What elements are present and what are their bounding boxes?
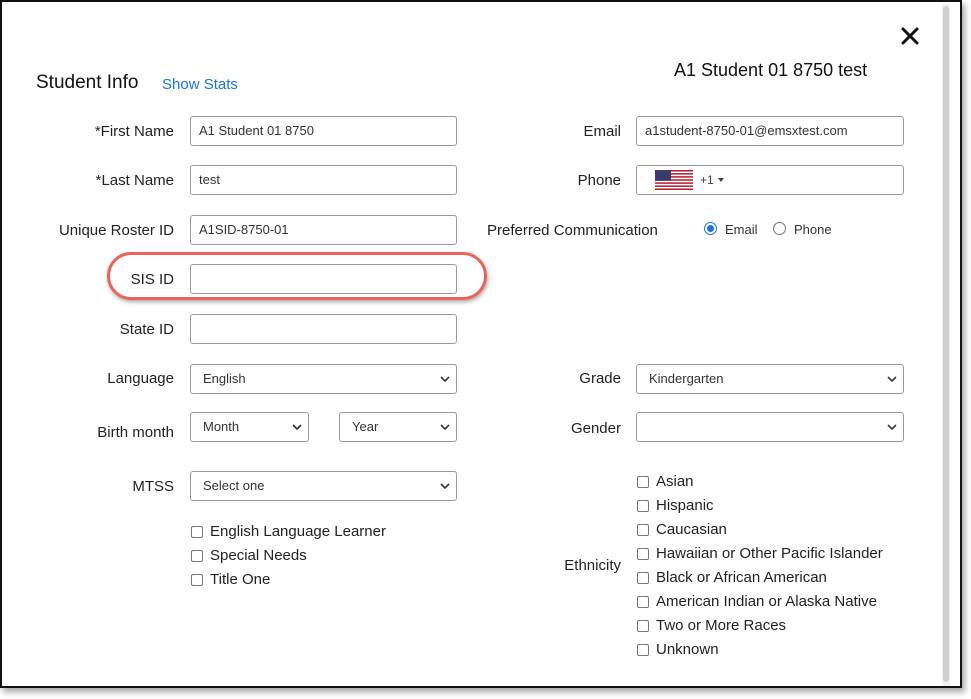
mtss-select[interactable]: Select one (190, 471, 457, 501)
chevron-down-icon (887, 424, 897, 431)
birth-month-label: Birth month (97, 424, 174, 441)
roster-id-input[interactable]: A1SID-8750-01 (190, 215, 457, 245)
caret-down-icon[interactable] (718, 178, 724, 183)
ethnicity-label: Ethnicity (564, 557, 621, 574)
gender-label: Gender (570, 420, 621, 437)
ethnicity-checkbox-black[interactable] (637, 572, 649, 584)
phone-radio-label: Phone (794, 222, 832, 237)
grade-value: Kindergarten (649, 371, 724, 386)
birth-year-value: Year (352, 419, 379, 434)
email-radio[interactable] (704, 222, 717, 235)
scrollbar-thumb[interactable] (943, 6, 949, 682)
ethnicity-option: Two or More Races (656, 617, 787, 634)
preferred-comm-label: Preferred Communication (487, 222, 658, 239)
ethnicity-option: Black or African American (656, 569, 827, 586)
section-title: Student Info (36, 72, 139, 93)
ethnicity-checkbox-hispanic[interactable] (637, 500, 649, 512)
roster-id-label: Unique Roster ID (58, 222, 174, 239)
chevron-down-icon (440, 424, 450, 431)
email-radio-label: Email (725, 222, 758, 237)
first-name-label: *First Name (94, 123, 174, 140)
close-icon[interactable] (896, 22, 924, 50)
title-one-label: Title One (210, 571, 271, 588)
first-name-input[interactable]: A1 Student 01 8750 (190, 116, 457, 146)
grade-select[interactable]: Kindergarten (636, 364, 904, 394)
phone-country-code[interactable]: +1 (700, 173, 714, 187)
state-id-label: State ID (119, 321, 174, 338)
sis-id-highlight (107, 252, 487, 300)
student-name-title: A1 Student 01 8750 test (674, 60, 868, 80)
language-value: English (203, 371, 246, 386)
phone-radio[interactable] (773, 222, 786, 235)
special-needs-label: Special Needs (210, 547, 307, 564)
birth-month-select[interactable]: Month (190, 412, 309, 442)
scrollbar[interactable] (942, 4, 950, 686)
grade-label: Grade (579, 370, 621, 387)
ethnicity-checkbox-two-or-more[interactable] (637, 620, 649, 632)
chevron-down-icon (887, 376, 897, 383)
birth-year-select[interactable]: Year (339, 412, 457, 442)
special-needs-checkbox[interactable] (191, 550, 203, 562)
us-flag-icon[interactable] (655, 170, 693, 190)
state-id-input[interactable] (190, 314, 457, 344)
ethnicity-checkbox-asian[interactable] (637, 476, 649, 488)
ethnicity-checkbox-caucasian[interactable] (637, 524, 649, 536)
title-one-checkbox[interactable] (191, 574, 203, 586)
chevron-down-icon (292, 424, 302, 431)
gender-select[interactable] (636, 412, 904, 442)
last-name-label: *Last Name (95, 172, 174, 189)
ethnicity-checkbox-unknown[interactable] (637, 644, 649, 656)
ethnicity-checkbox-hawaiian[interactable] (637, 548, 649, 560)
ethnicity-option: Caucasian (656, 521, 727, 538)
ethnicity-option: American Indian or Alaska Native (656, 593, 877, 610)
language-label: Language (107, 370, 174, 387)
language-select[interactable]: English (190, 364, 457, 394)
birth-month-value: Month (203, 419, 240, 434)
ethnicity-option: Unknown (656, 641, 719, 658)
phone-label: Phone (577, 172, 621, 189)
ell-label: English Language Learner (210, 523, 386, 540)
mtss-value: Select one (203, 478, 265, 493)
last-name-input[interactable]: test (190, 165, 457, 195)
email-label: Email (583, 123, 621, 140)
ethnicity-option: Hispanic (656, 497, 714, 514)
show-stats-link[interactable]: Show Stats (162, 76, 238, 93)
mtss-label: MTSS (132, 478, 174, 495)
ethnicity-option: Asian (656, 473, 694, 490)
chevron-down-icon (440, 483, 450, 490)
ell-checkbox[interactable] (191, 526, 203, 538)
chevron-down-icon (440, 376, 450, 383)
ethnicity-option: Hawaiian or Other Pacific Islander (656, 545, 883, 562)
ethnicity-checkbox-american-indian[interactable] (637, 596, 649, 608)
email-input[interactable]: a1student-8750-01@emsxtest.com (636, 116, 904, 146)
